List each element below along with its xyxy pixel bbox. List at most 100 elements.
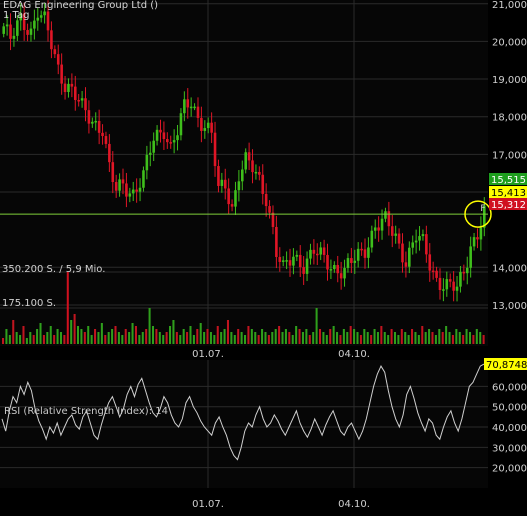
price-tick-label: 18,000	[492, 113, 527, 124]
volume-bar	[274, 329, 277, 344]
volume-bar	[257, 335, 260, 344]
price-axis: 21,00020,00019,00018,00017,00016,00014,0…	[492, 0, 527, 312]
volume-bar	[90, 335, 93, 344]
volume-bar	[366, 332, 369, 344]
candle-body	[247, 152, 251, 161]
volume-bar	[284, 329, 287, 344]
price-x-tick-label: 01.07.	[192, 349, 224, 360]
volume-bar	[411, 329, 414, 344]
candle-body	[169, 142, 173, 144]
candle-body	[258, 171, 261, 175]
price-tag-text: 15,413	[491, 188, 526, 199]
volume-bar	[165, 332, 168, 344]
volume-bar	[29, 332, 32, 344]
candle-body	[459, 271, 462, 287]
volume-bar	[223, 329, 226, 344]
price-panel	[0, 0, 488, 346]
volume-bar	[445, 326, 448, 344]
candle-body	[125, 183, 128, 197]
volume-bar	[322, 332, 325, 344]
volume-bar	[63, 335, 66, 344]
candle-body	[305, 258, 309, 274]
rsi-tick-label: 20,000	[492, 464, 527, 475]
candle-body	[377, 227, 380, 231]
volume-bar	[417, 335, 420, 344]
candle-body	[414, 240, 418, 243]
volume-bar	[12, 320, 15, 344]
candle-body	[84, 98, 87, 111]
volume-bar	[186, 332, 189, 344]
candle-body	[312, 249, 316, 254]
candle-body	[438, 277, 442, 290]
volume-bar	[288, 332, 291, 344]
candle-body	[193, 106, 196, 109]
candle-body	[428, 254, 432, 271]
candle-body	[346, 258, 350, 268]
candle-body	[380, 218, 384, 231]
volume-bar	[226, 320, 230, 344]
volume-bar	[230, 332, 233, 344]
candle-body	[411, 242, 415, 248]
candle-body	[186, 99, 190, 108]
volume-bar	[400, 329, 403, 344]
candle-body	[183, 99, 186, 114]
rsi-title: RSI (Relative Strength Index): 14	[4, 406, 168, 417]
volume-bar	[114, 326, 117, 344]
candle-body	[390, 226, 394, 236]
volume-bar	[281, 332, 284, 344]
last-price-marker: F	[480, 204, 485, 214]
candle-body	[373, 227, 377, 231]
volume-bar	[100, 323, 103, 344]
volume-bar	[145, 329, 148, 344]
volume-bar	[353, 329, 356, 344]
volume-bar	[182, 329, 185, 344]
candle-body	[53, 49, 57, 55]
volume-bar	[468, 332, 472, 344]
volume-bar	[339, 335, 342, 344]
volume-scale-label-mid: 175.100 S.	[2, 298, 56, 309]
candle-body	[172, 140, 176, 143]
candle-body	[254, 171, 258, 174]
volume-bar	[301, 332, 304, 344]
candle-body	[275, 226, 278, 257]
volume-bar	[448, 332, 451, 344]
volume-bar	[240, 332, 243, 344]
volume-bar	[421, 326, 424, 344]
candle-body	[309, 249, 312, 259]
candle-body	[339, 273, 343, 279]
candle-body	[326, 254, 329, 270]
candle-body	[394, 233, 397, 236]
candle-body	[179, 113, 183, 136]
volume-bar	[472, 335, 475, 344]
volume-bar	[59, 332, 62, 344]
candle-body	[367, 247, 370, 258]
volume-bar	[42, 335, 45, 344]
candle-body	[285, 260, 288, 262]
volume-bar	[329, 329, 332, 344]
volume-scale-label-high: 350.200 S. / 5,9 Mio.	[2, 264, 105, 275]
rsi-tick-label: 60,000	[492, 382, 527, 393]
volume-bar	[70, 320, 73, 344]
candle-body	[360, 248, 363, 251]
candle-body	[261, 174, 265, 194]
volume-bar	[318, 329, 322, 344]
candle-body	[445, 279, 449, 290]
volume-bar	[32, 335, 35, 344]
volume-bar	[155, 329, 158, 344]
volume-bar	[404, 332, 407, 344]
volume-bar	[475, 329, 478, 344]
candle-body	[230, 204, 234, 207]
volume-bar	[19, 335, 22, 344]
candle-body	[16, 20, 19, 36]
rsi-last-value-tag: 70,8748	[484, 358, 527, 371]
candle-body	[73, 86, 77, 101]
volume-bar	[124, 329, 127, 344]
volume-bar	[342, 329, 345, 344]
candle-body	[101, 132, 104, 137]
volume-bar	[111, 329, 114, 344]
candle-body	[63, 83, 67, 93]
candle-body	[33, 20, 36, 29]
volume-bar	[431, 332, 434, 344]
candle-body	[50, 30, 53, 50]
candle-body	[448, 279, 452, 282]
